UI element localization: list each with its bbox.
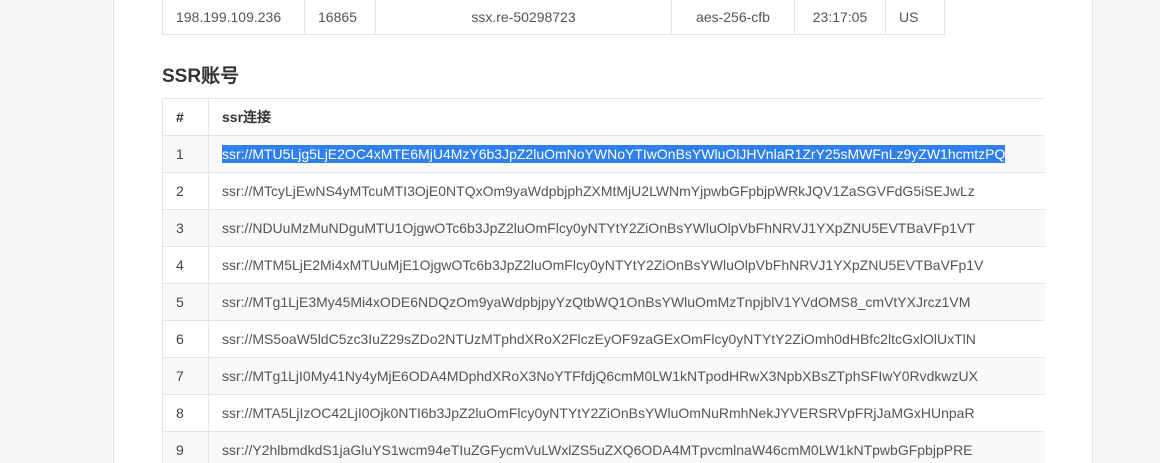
table-row: 3 ssr://NDUuMzMuNDguMTU1OjgwOTc6b3JpZ2lu… — [162, 209, 1045, 247]
table-header-row: # ssr连接 — [162, 98, 1045, 136]
table-row: 8 ssr://MTA5LjIzOC42LjI0Ojk0NTI6b3JpZ2lu… — [162, 394, 1045, 432]
row-number: 1 — [162, 135, 209, 173]
ssr-link-cell[interactable]: ssr://NDUuMzMuNDguMTU1OjgwOTc6b3JpZ2luOm… — [208, 209, 1045, 247]
ssr-table-container: # ssr连接 1 ssr://MTU5Ljg5LjE2OC4xMTE6MjU4… — [162, 98, 1045, 463]
password-cell[interactable]: ssx.re-50298723 — [375, 0, 672, 35]
row-number: 5 — [162, 283, 209, 321]
row-number: 2 — [162, 172, 209, 210]
selected-ssr-link[interactable]: ssr://MTU5Ljg5LjE2OC4xMTE6MjU4MzY6b3JpZ2… — [222, 145, 1006, 163]
ssr-table: # ssr连接 1 ssr://MTU5Ljg5LjE2OC4xMTE6MjU4… — [162, 98, 1045, 463]
row-number: 8 — [162, 394, 209, 432]
table-row: 7 ssr://MTg1LjI0My41Ny4yMjE6ODA4MDphdXRo… — [162, 357, 1045, 395]
row-number: 7 — [162, 357, 209, 395]
ss-account-table: 198.199.109.236 16865 ssx.re-50298723 ae… — [162, 0, 945, 35]
column-header-link: ssr连接 — [208, 98, 1045, 136]
column-header-number: # — [162, 98, 209, 136]
table-row: 6 ssr://MS5oaW5ldC5zc3IuZ29sZDo2NTUzMTph… — [162, 320, 1045, 358]
row-number: 3 — [162, 209, 209, 247]
country-cell[interactable]: US — [885, 0, 945, 35]
ssr-link-cell[interactable]: ssr://MTcyLjEwNS4yMTcuMTI3OjE0NTQxOm9yaW… — [208, 172, 1045, 210]
ssr-link-cell[interactable]: ssr://MTg1LjE3My45Mi4xODE6NDQzOm9yaWdpbj… — [208, 283, 1045, 321]
ssr-link-cell[interactable]: ssr://MTM5LjE2Mi4xMTUuMjE1OjgwOTc6b3JpZ2… — [208, 246, 1045, 284]
table-row: 1 ssr://MTU5Ljg5LjE2OC4xMTE6MjU4MzY6b3Jp… — [162, 135, 1045, 173]
table-row: 9 ssr://Y2hlbmdkdS1jaGluYS1wcm94eTIuZGFy… — [162, 431, 1045, 463]
method-cell[interactable]: aes-256-cfb — [671, 0, 795, 35]
row-number: 6 — [162, 320, 209, 358]
content-card: 198.199.109.236 16865 ssx.re-50298723 ae… — [113, 0, 1093, 463]
port-cell[interactable]: 16865 — [304, 0, 376, 35]
ssr-link-cell[interactable]: ssr://MTA5LjIzOC42LjI0Ojk0NTI6b3JpZ2luOm… — [208, 394, 1045, 432]
ssr-link-cell[interactable]: ssr://MS5oaW5ldC5zc3IuZ29sZDo2NTUzMTphdX… — [208, 320, 1045, 358]
section-title: SSR账号 — [162, 66, 240, 87]
table-row: 198.199.109.236 16865 ssx.re-50298723 ae… — [162, 0, 945, 35]
ip-cell[interactable]: 198.199.109.236 — [162, 0, 305, 35]
row-number: 4 — [162, 246, 209, 284]
ssr-link-cell[interactable]: ssr://MTg1LjI0My41Ny4yMjE6ODA4MDphdXRoX3… — [208, 357, 1045, 395]
table-row: 4 ssr://MTM5LjE2Mi4xMTUuMjE1OjgwOTc6b3Jp… — [162, 246, 1045, 284]
table-row: 2 ssr://MTcyLjEwNS4yMTcuMTI3OjE0NTQxOm9y… — [162, 172, 1045, 210]
row-number: 9 — [162, 431, 209, 463]
time-cell[interactable]: 23:17:05 — [794, 0, 886, 35]
table-row: 5 ssr://MTg1LjE3My45Mi4xODE6NDQzOm9yaWdp… — [162, 283, 1045, 321]
ssr-link-cell[interactable]: ssr://MTU5Ljg5LjE2OC4xMTE6MjU4MzY6b3JpZ2… — [208, 135, 1045, 173]
ssr-link-cell[interactable]: ssr://Y2hlbmdkdS1jaGluYS1wcm94eTIuZGFycm… — [208, 431, 1045, 463]
